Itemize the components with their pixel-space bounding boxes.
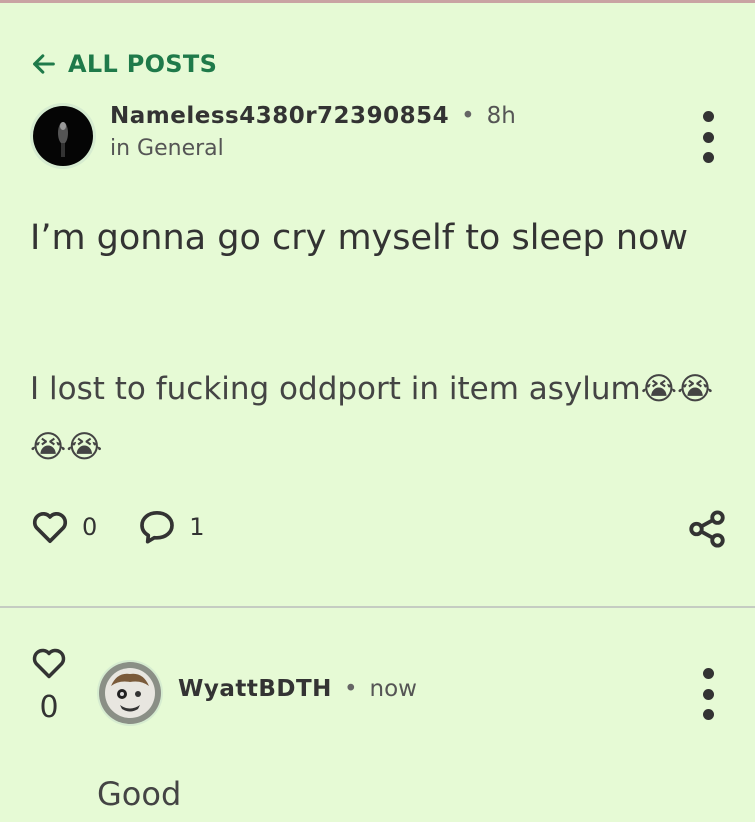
arrow-left-icon [33, 54, 55, 74]
comment-count: 1 [189, 513, 205, 541]
section-divider [0, 606, 755, 608]
kebab-dot [702, 152, 714, 163]
meta-separator: • [461, 103, 475, 129]
post-more-options-button[interactable] [696, 111, 720, 163]
back-to-all-posts-link[interactable]: ALL POSTS [30, 50, 217, 78]
kebab-dot [702, 668, 714, 679]
heart-icon [32, 648, 66, 679]
post-time: 8h [486, 103, 516, 129]
post-body: I lost to fucking oddport in item asylum… [30, 371, 714, 465]
kebab-dot [702, 688, 714, 700]
kebab-dot [702, 709, 714, 720]
post-actions: 0 1 [30, 507, 205, 547]
post-meta: Nameless4380r72390854 • 8h [110, 103, 516, 129]
like-count: 0 [82, 513, 98, 541]
back-link-label: ALL POSTS [68, 50, 218, 78]
kebab-dot [702, 111, 714, 122]
top-border [0, 0, 755, 3]
reply-author-name[interactable]: WyattBDTH [178, 676, 332, 702]
reply-more-options-button[interactable] [696, 668, 720, 720]
kebab-dot [702, 131, 714, 143]
reply-like-button[interactable]: 0 [26, 644, 72, 725]
post-author-avatar[interactable] [30, 103, 96, 169]
reply-author-avatar[interactable] [97, 660, 163, 726]
comment-button[interactable]: 1 [137, 507, 205, 547]
reply-like-count: 0 [39, 690, 59, 725]
post-author-name[interactable]: Nameless4380r72390854 [110, 103, 449, 129]
reply-text: Good [97, 775, 182, 813]
reply-meta: WyattBDTH • now [178, 676, 417, 702]
meta-separator: • [343, 676, 358, 702]
heart-icon [32, 512, 68, 543]
like-button[interactable]: 0 [30, 507, 97, 547]
post-title: I’m gonna go cry myself to sleep now [30, 218, 689, 258]
share-icon[interactable] [686, 508, 728, 550]
post-community[interactable]: in General [110, 136, 224, 161]
comment-bubble-icon [140, 511, 175, 544]
reply-time: now [369, 676, 417, 702]
